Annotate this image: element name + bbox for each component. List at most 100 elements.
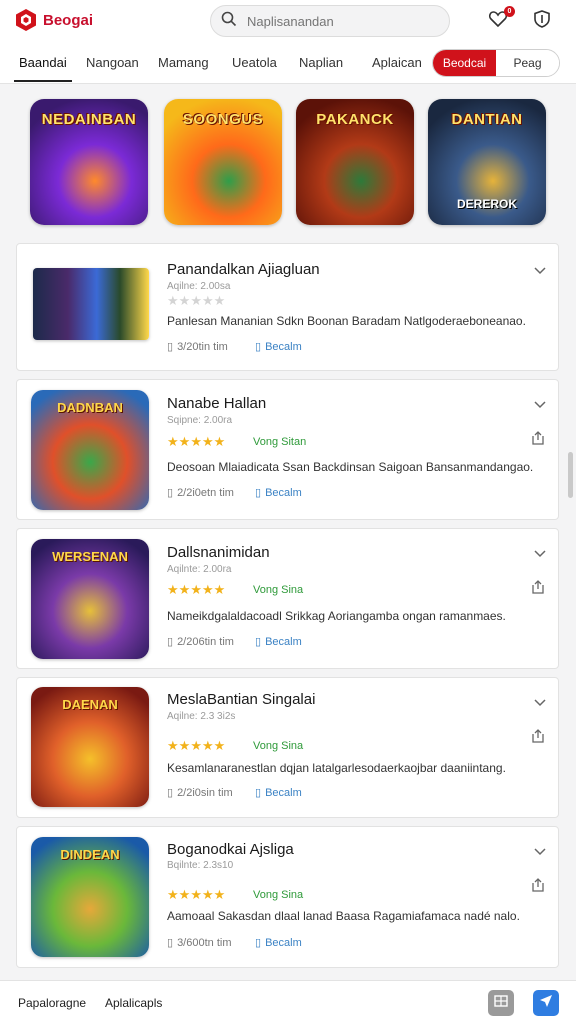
details-link[interactable]: ▯ Becalm xyxy=(255,340,302,354)
app-description: Panlesan Mananian Sdkn Boonan Baradam Na… xyxy=(167,314,526,328)
featured-row: NEDAINBAN SOONGUS PAKANCK DANTIAN DERERO… xyxy=(0,84,576,238)
app-meta: Sqipne: 2.00ra xyxy=(167,415,233,426)
shield-icon xyxy=(532,9,552,34)
tab-item[interactable]: Ueatola xyxy=(232,55,277,70)
share-icon[interactable] xyxy=(530,877,546,893)
search-icon xyxy=(221,11,237,32)
share-icon[interactable] xyxy=(530,430,546,446)
app-size: ▯ 2/206tin tim xyxy=(167,635,234,649)
rating-stars: ★★★★★ xyxy=(167,738,226,753)
details-link[interactable]: ▯ Becalm xyxy=(255,786,302,800)
view-toggle[interactable]: Beodcai Peag xyxy=(432,49,560,77)
doc-icon: ▯ xyxy=(255,636,262,648)
featured-game-title: DANTIAN xyxy=(451,111,523,128)
app-name[interactable]: Nanabe Hallan xyxy=(167,395,266,412)
doc-icon: ▯ xyxy=(255,341,262,353)
app-name[interactable]: MeslaBantian Singalai xyxy=(167,691,315,708)
tab-item[interactable]: Mamang xyxy=(158,55,209,70)
app-thumbnail: DINDEAN xyxy=(31,837,149,957)
grid-view-button[interactable] xyxy=(488,990,514,1016)
logo-hexagon-icon xyxy=(14,8,38,32)
scrollbar-thumb[interactable] xyxy=(568,452,573,498)
app-card[interactable]: DINDEAN Boganodkai Ajsliga Bqilnte: 2.3s… xyxy=(16,826,559,968)
share-icon[interactable] xyxy=(530,728,546,744)
app-name: Beogai xyxy=(43,11,94,29)
app-tag: Vong Sina xyxy=(253,889,304,901)
app-card[interactable]: WERSENAN Dallsnanimidan Aqilnte: 2.00ra … xyxy=(16,528,559,669)
thumbnail-title: DAENAN xyxy=(62,697,118,712)
search-bar[interactable] xyxy=(210,5,450,37)
details-link[interactable]: ▯ Becalm xyxy=(255,635,302,649)
category-tabs: Baandai Nangoan Mamang Ueatola Naplian A… xyxy=(0,44,576,84)
compass-icon xyxy=(539,994,553,1013)
app-thumbnail: WERSENAN xyxy=(31,539,149,659)
active-tab-indicator xyxy=(14,80,72,82)
app-size: ▯ 2/2i0sin tim xyxy=(167,786,233,800)
bottom-link[interactable]: Papaloragne xyxy=(18,996,86,1010)
app-name[interactable]: Boganodkai Ajsliga xyxy=(167,841,294,858)
navigate-button[interactable] xyxy=(533,990,559,1016)
featured-game-tile[interactable]: SOONGUS xyxy=(164,99,282,225)
chevron-down-icon[interactable] xyxy=(532,262,548,278)
file-icon: ▯ xyxy=(167,937,174,949)
toggle-option-active[interactable]: Beodcai xyxy=(433,50,496,76)
featured-game-title: SOONGUS xyxy=(182,111,264,128)
tab-item[interactable]: Nangoan xyxy=(86,55,139,70)
app-description: Deosoan Mlaiadicata Ssan Backdinsan Saig… xyxy=(167,460,534,474)
app-meta: Aqilnte: 2.00ra xyxy=(167,564,232,575)
featured-game-tile[interactable]: PAKANCK xyxy=(296,99,414,225)
tab-item[interactable]: Aplaican xyxy=(372,55,422,70)
search-input[interactable] xyxy=(247,13,437,29)
heart-notifications-button[interactable]: 0 xyxy=(486,6,515,33)
share-icon[interactable] xyxy=(530,579,546,595)
app-logo[interactable]: Beogai xyxy=(14,8,93,32)
app-description: Aamoaal Sakasdan dlaal lanad Baasa Ragam… xyxy=(167,909,520,923)
bottom-link[interactable]: Aplalicapls xyxy=(105,996,162,1010)
app-name[interactable]: Panandalkan Ajiagluan xyxy=(167,261,320,278)
bottom-bar: Papaloragne Aplalicapls xyxy=(0,980,576,1024)
details-link[interactable]: ▯ Becalm xyxy=(255,486,302,500)
doc-icon: ▯ xyxy=(255,487,262,499)
file-icon: ▯ xyxy=(167,341,174,353)
app-meta: Aqilne: 2.3 3i2s xyxy=(167,711,236,722)
app-card[interactable]: Panandalkan Ajiagluan Aqilne: 2.00sa ★★★… xyxy=(16,243,559,371)
top-bar: Beogai 0 xyxy=(0,0,576,44)
details-link[interactable]: ▯ Becalm xyxy=(255,936,302,950)
app-size: ▯ 2/2i0etn tim xyxy=(167,486,234,500)
chevron-down-icon[interactable] xyxy=(532,843,548,859)
file-icon: ▯ xyxy=(167,787,174,799)
app-meta: Aqilne: 2.00sa xyxy=(167,281,231,292)
tab-item[interactable]: Baandai xyxy=(19,55,67,70)
app-tag: Vong Sina xyxy=(253,740,304,752)
app-description: Nameikdgalaldacoadl Srikkag Aoriangamba … xyxy=(167,609,506,623)
app-name[interactable]: Dallsnanimidan xyxy=(167,544,270,561)
featured-game-title: PAKANCK xyxy=(316,111,394,128)
chevron-down-icon[interactable] xyxy=(532,545,548,561)
app-tag: Vong Sina xyxy=(253,584,304,596)
app-thumbnail: DADNBAN xyxy=(31,390,149,510)
app-thumbnail xyxy=(33,268,149,340)
app-card[interactable]: DADNBAN Nanabe Hallan Sqipne: 2.00ra ★★★… xyxy=(16,379,559,520)
thumbnail-title: DINDEAN xyxy=(60,847,120,862)
toggle-option-inactive[interactable]: Peag xyxy=(496,50,559,76)
rating-stars: ★★★★★ xyxy=(167,582,226,597)
app-size: ▯ 3/20tin tim xyxy=(167,340,228,354)
chevron-down-icon[interactable] xyxy=(532,694,548,710)
notification-badge: 0 xyxy=(504,6,515,17)
featured-game-tile[interactable]: DANTIAN DEREROK xyxy=(428,99,546,225)
featured-game-tile[interactable]: NEDAINBAN xyxy=(30,99,148,225)
featured-game-title: NEDAINBAN xyxy=(41,111,137,128)
chevron-down-icon[interactable] xyxy=(532,396,548,412)
file-icon: ▯ xyxy=(167,487,174,499)
rating-stars: ★★★★★ xyxy=(167,293,226,308)
grid-icon xyxy=(494,994,508,1013)
thumbnail-title: DADNBAN xyxy=(57,400,123,415)
tab-item[interactable]: Naplian xyxy=(299,55,343,70)
app-meta: Bqilnte: 2.3s10 xyxy=(167,860,234,871)
shield-button[interactable] xyxy=(530,9,554,33)
rating-stars: ★★★★★ xyxy=(167,434,226,449)
doc-icon: ▯ xyxy=(255,787,262,799)
app-tag: Vong Sitan xyxy=(253,436,307,448)
app-card[interactable]: DAENAN MeslaBantian Singalai Aqilne: 2.3… xyxy=(16,677,559,818)
app-size: ▯ 3/600tn tim xyxy=(167,936,232,950)
